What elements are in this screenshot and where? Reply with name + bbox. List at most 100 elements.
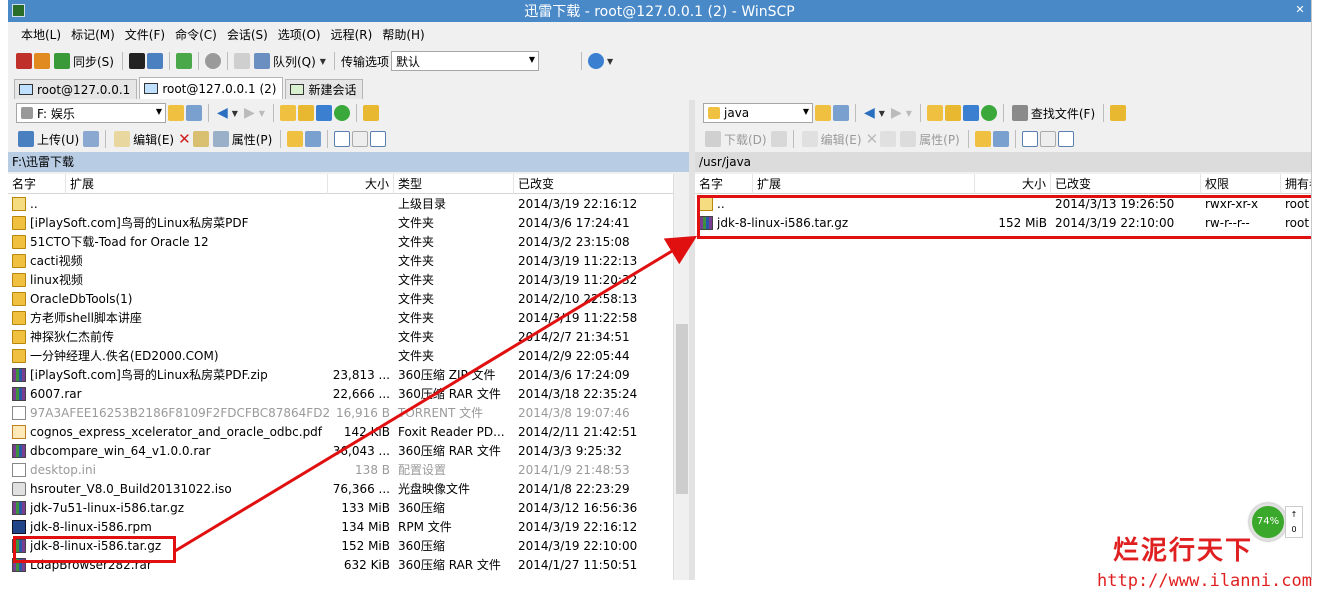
refresh-session-icon[interactable]: [175, 53, 192, 69]
tree-icon[interactable]: [362, 105, 379, 121]
deselect-icon[interactable]: [1039, 131, 1056, 147]
menu-local[interactable]: 本地(L): [16, 24, 66, 46]
col-type[interactable]: 类型: [394, 174, 514, 194]
transfer-preset-select[interactable]: 默认 ▼: [390, 51, 539, 71]
find-files-button[interactable]: 查找文件(F): [1010, 102, 1097, 124]
edit-button[interactable]: 编辑(E): [800, 128, 864, 150]
filter-icon[interactable]: [186, 105, 202, 121]
home-icon[interactable]: [962, 105, 979, 121]
menu-options[interactable]: 选项(O): [273, 24, 326, 46]
col-ext[interactable]: 扩展: [66, 174, 328, 194]
properties-button[interactable]: 属性(P): [211, 128, 275, 150]
table-row[interactable]: 51CTO下载-Toad for Oracle 12 文件夹 2014/3/2 23…: [8, 233, 674, 252]
filter-select-icon[interactable]: [1057, 131, 1074, 147]
table-row[interactable]: [iPlaySoft.com]鸟哥的Linux私房菜PDF.zip 23,813 …: [8, 366, 674, 385]
col-size[interactable]: 大小: [328, 174, 394, 194]
table-row[interactable]: jdk-7u51-linux-i586.tar.gz 133 MiB 360压缩 20…: [8, 499, 674, 518]
select-all-icon[interactable]: [334, 131, 351, 147]
table-row[interactable]: linux视频 文件夹 2014/3/19 11:20:32: [8, 271, 674, 290]
remote-dir-select[interactable]: java ▼: [703, 103, 813, 123]
remote-file-list[interactable]: 名字 扩展 大小 已改变 权限 拥有者 .. 2014/3/13 19:26:50…: [695, 174, 1311, 580]
home-icon[interactable]: [315, 105, 332, 121]
table-row[interactable]: OracleDbTools(1) 文件夹 2014/2/10 22:58:13: [8, 290, 674, 309]
local-file-list[interactable]: 名字 扩展 大小 类型 已改变 .. 上级目录 2014/3/19 22:16:12…: [8, 174, 674, 580]
table-row[interactable]: hsrouter_V8.0_Build20131022.iso 76,366 ..…: [8, 480, 674, 499]
download-button[interactable]: 下载(D): [703, 128, 769, 150]
tab-session-1[interactable]: root@127.0.0.1: [14, 79, 138, 99]
open-folder-icon[interactable]: [168, 105, 184, 121]
refresh-icon[interactable]: [980, 105, 997, 121]
back-button[interactable]: ◀ ▼: [215, 102, 240, 124]
table-row[interactable]: 6007.rar 22,666 ... 360压缩 RAR 文件 2014/3/18 …: [8, 385, 674, 404]
menu-help[interactable]: 帮助(H): [377, 24, 429, 46]
menu-remote[interactable]: 远程(R): [326, 24, 378, 46]
tab-new-session[interactable]: 新建会话: [285, 79, 364, 99]
forward-button[interactable]: ▶ ▼: [889, 102, 914, 124]
edit-button[interactable]: 编辑(E): [112, 128, 176, 150]
delete-icon[interactable]: ✕: [178, 130, 191, 148]
menu-command[interactable]: 命令(C): [170, 24, 222, 46]
table-row[interactable]: cacti视频 文件夹 2014/3/19 11:22:13: [8, 252, 674, 271]
globe-icon[interactable]: [587, 53, 604, 69]
col-perms[interactable]: 权限: [1201, 174, 1281, 194]
queue-button[interactable]: 队列(Q) ▼: [252, 50, 328, 72]
terminal-icon[interactable]: [128, 53, 145, 69]
table-row[interactable]: [iPlaySoft.com]鸟哥的Linux私房菜PDF 文件夹 2014/3/6…: [8, 214, 674, 233]
filter-icon[interactable]: [833, 105, 849, 121]
local-scroll-thumb[interactable]: [676, 324, 688, 494]
menu-mark[interactable]: 标记(M): [66, 24, 120, 46]
col-size[interactable]: 大小: [975, 174, 1051, 194]
tree-icon[interactable]: [1110, 105, 1127, 121]
col-name[interactable]: 名字: [8, 174, 66, 194]
back-button[interactable]: ◀ ▼: [862, 102, 887, 124]
col-ext[interactable]: 扩展: [753, 174, 975, 194]
table-row[interactable]: 方老师shell脚本讲座 文件夹 2014/3/19 11:22:58: [8, 309, 674, 328]
menu-file[interactable]: 文件(F): [120, 24, 170, 46]
table-row[interactable]: 97A3AFEE16253B2186F8109F2FDCFBC87864FD2.…: [8, 404, 674, 423]
open-folder-icon[interactable]: [815, 105, 831, 121]
root-dir-icon[interactable]: [944, 105, 961, 121]
col-changed[interactable]: 已改变: [1051, 174, 1201, 194]
new-folder-icon[interactable]: [974, 131, 991, 147]
rename-icon[interactable]: [192, 131, 209, 147]
new-file-icon[interactable]: [992, 131, 1009, 147]
local-scrollbar[interactable]: [673, 174, 689, 580]
col-changed[interactable]: 已改变: [514, 174, 674, 194]
forward-button[interactable]: ▶ ▼: [242, 102, 267, 124]
compare-dirs-icon[interactable]: [16, 53, 32, 69]
sync-browse-icon[interactable]: [34, 53, 50, 69]
root-dir-icon[interactable]: [297, 105, 314, 121]
table-row[interactable]: .. 2014/3/13 19:26:50 rwxr-xr-x root: [695, 195, 1311, 214]
table-row[interactable]: 神探狄仁杰前传 文件夹 2014/2/7 21:34:51: [8, 328, 674, 347]
table-row[interactable]: dbcompare_win_64_v1.0.0.rar 36,043 ... 360…: [8, 442, 674, 461]
table-row[interactable]: jdk-8-linux-i586.tar.gz 152 MiB 360压缩 2014/…: [8, 537, 674, 556]
col-owner[interactable]: 拥有者: [1281, 174, 1311, 194]
table-row[interactable]: jdk-8-linux-i586.tar.gz 152 MiB 2014/3/19 …: [695, 214, 1311, 233]
filter-select-icon[interactable]: [370, 131, 387, 147]
chevron-down-icon[interactable]: ▼: [607, 57, 613, 66]
properties-button[interactable]: 属性(P): [898, 128, 962, 150]
putty-icon[interactable]: [146, 53, 163, 69]
deselect-icon[interactable]: [352, 131, 369, 147]
table-row[interactable]: 一分钟经理人.佚名(ED2000.COM) 文件夹 2014/2/9 22:05:4…: [8, 347, 674, 366]
close-icon[interactable]: ✕: [1293, 3, 1307, 17]
sync-button[interactable]: 同步(S): [52, 50, 116, 72]
local-drive-select[interactable]: F: 娱乐 ▼: [16, 103, 166, 123]
upload-button[interactable]: 上传(U): [16, 128, 81, 150]
table-row[interactable]: .. 上级目录 2014/3/19 22:16:12: [8, 195, 674, 214]
menu-session[interactable]: 会话(S): [222, 24, 273, 46]
speed-widget[interactable]: 74%: [1249, 503, 1287, 541]
table-row[interactable]: LdapBrowser282.rar 632 KiB 360压缩 RAR 文件 201…: [8, 556, 674, 575]
parent-dir-icon[interactable]: [926, 105, 943, 121]
upload-options-icon[interactable]: [83, 131, 100, 147]
tab-session-2[interactable]: root@127.0.0.1 (2): [139, 77, 284, 99]
refresh-icon[interactable]: [333, 105, 350, 121]
table-row[interactable]: cognos_express_xcelerator_and_oracle_odb…: [8, 423, 674, 442]
new-folder-icon[interactable]: [287, 131, 304, 147]
table-row[interactable]: desktop.ini 138 B 配置设置 2014/1/9 21:48:53: [8, 461, 674, 480]
gear-icon[interactable]: [204, 53, 221, 69]
col-name[interactable]: 名字: [695, 174, 753, 194]
select-all-icon[interactable]: [1021, 131, 1038, 147]
new-file-icon[interactable]: [305, 131, 322, 147]
parent-dir-icon[interactable]: [279, 105, 296, 121]
